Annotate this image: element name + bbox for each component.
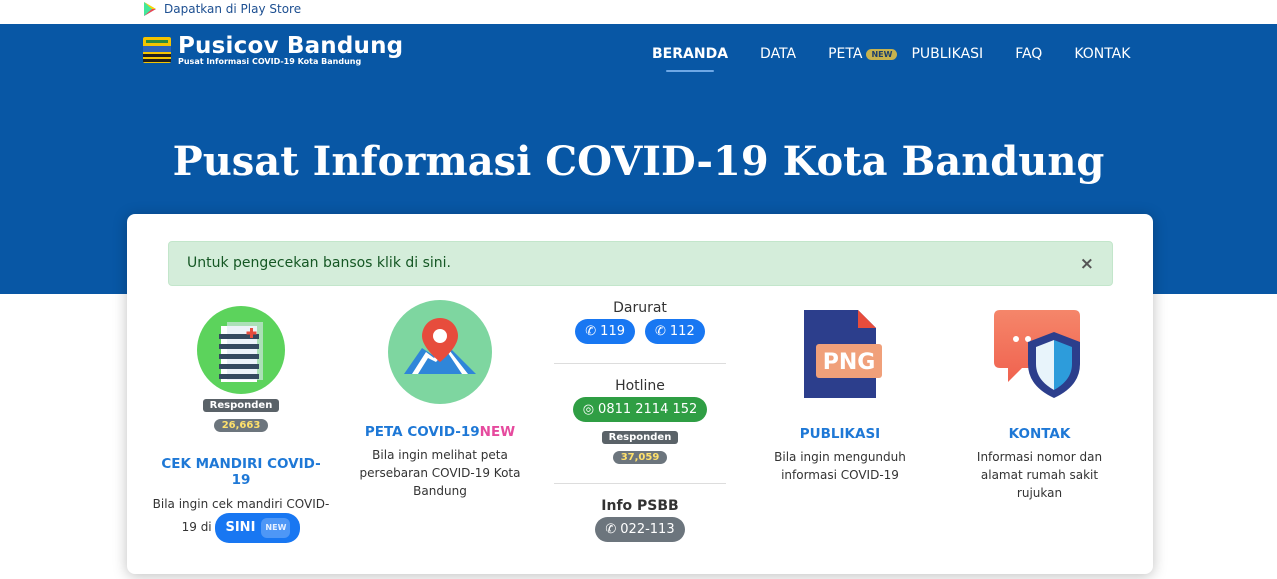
nav-beranda[interactable]: BERANDA: [652, 46, 729, 72]
cek-mandiri-section: Responden 26,663 CEK MANDIRI COVID-19 Bi…: [152, 306, 330, 543]
responden-count: 26,663: [213, 419, 269, 432]
nav-beranda-label: BERANDA: [652, 46, 729, 62]
darurat-112-button[interactable]: ✆ 112: [645, 319, 705, 344]
phone-icon: ✆: [585, 324, 597, 339]
kontak-shield-icon[interactable]: [992, 306, 1088, 402]
darurat-label: Darurat: [613, 300, 667, 316]
divider: [554, 363, 726, 364]
psbb-button[interactable]: ✆ 022-113: [595, 517, 685, 542]
bansos-alert[interactable]: Untuk pengecekan bansos klik di sini. ×: [168, 241, 1113, 286]
psbb-section: Info PSBB ✆ 022-113: [554, 498, 726, 542]
nav-data-label: DATA: [760, 46, 797, 62]
sini-new-badge: NEW: [261, 518, 291, 538]
publikasi-section: PNG PUBLIKASI Bila ingin mengunduh infor…: [755, 306, 925, 484]
bandung-logo-icon: [142, 34, 172, 68]
kontak-desc: Informasi nomor dan alamat rumah sakit r…: [976, 450, 1103, 500]
sini-button[interactable]: SINI NEW: [215, 513, 301, 543]
hotline-whatsapp-button[interactable]: ◎ 0811 2114 152: [572, 397, 708, 422]
brand-name: Pusicov Bandung: [178, 33, 404, 59]
sini-label: SINI: [225, 520, 256, 535]
brand[interactable]: Pusicov Bandung Pusat Informasi COVID-19…: [142, 34, 403, 68]
hotline-responden-count: 37,059: [612, 451, 668, 464]
nav-data[interactable]: DATA: [760, 46, 796, 62]
nav-publikasi[interactable]: PUBLIKASI: [911, 46, 983, 62]
darurat-112-label: 112: [669, 324, 695, 339]
png-file-icon[interactable]: PNG: [794, 306, 886, 402]
darurat-119-button[interactable]: ✆ 119: [575, 319, 635, 344]
hero-title: Pusat Informasi COVID-19 Kota Bandung: [172, 138, 1105, 185]
phone-icon: ✆: [655, 324, 666, 339]
hotline-section: Hotline ◎ 0811 2114 152 Responden 37,059: [554, 378, 726, 464]
publikasi-desc: Bila ingin mengunduh informasi COVID-19: [774, 450, 906, 482]
cek-mandiri-desc: Bila ingin cek mandiri COVID-19 di SINI N…: [152, 495, 330, 543]
cek-mandiri-title[interactable]: CEK MANDIRI COVID-19: [152, 456, 330, 488]
whatsapp-icon: ◎: [582, 402, 595, 417]
hotline-number: 0811 2114 152: [598, 402, 698, 417]
nav-peta[interactable]: PETA NEW: [828, 46, 898, 62]
hotline-responden-badge: Responden: [601, 431, 679, 444]
map-pin-icon[interactable]: [388, 300, 492, 404]
hotline-label: Hotline: [615, 378, 665, 394]
psbb-label: Info PSBB: [601, 498, 679, 514]
peta-section: PETA COVID-19NEW Bila ingin melihat peta…: [355, 300, 525, 500]
info-card: Untuk pengecekan bansos klik di sini. × …: [127, 214, 1153, 574]
divider: [554, 483, 726, 484]
peta-new-label: NEW: [479, 424, 516, 440]
peta-desc: Bila ingin melihat peta persebaran COVID…: [359, 448, 521, 498]
main-nav: BERANDA DATA PETA NEW PUBLIKASI FAQ KONTA…: [620, 46, 1130, 72]
play-store-label: Dapatkan di Play Store: [164, 2, 302, 16]
nav-faq[interactable]: FAQ: [1015, 46, 1042, 62]
peta-title-text: PETA COVID-19: [364, 424, 480, 440]
nav-peta-label: PETA: [828, 46, 863, 62]
play-store-icon: [144, 2, 156, 16]
alert-text: Untuk pengecekan bansos klik di sini.: [187, 255, 451, 271]
play-store-link[interactable]: Dapatkan di Play Store: [144, 2, 301, 16]
psbb-number: 022-113: [620, 522, 675, 537]
darurat-119-label: 119: [600, 324, 625, 339]
peta-title[interactable]: PETA COVID-19NEW: [355, 424, 525, 440]
responden-badge: Responden: [202, 399, 280, 412]
kontak-title[interactable]: KONTAK: [957, 426, 1122, 442]
nav-faq-label: FAQ: [1015, 46, 1043, 62]
phone-icon: ✆: [605, 522, 617, 537]
publikasi-title[interactable]: PUBLIKASI: [755, 426, 925, 442]
close-icon[interactable]: ×: [1080, 254, 1094, 274]
nav-kontak[interactable]: KONTAK: [1074, 46, 1130, 62]
top-bar: Dapatkan di Play Store: [0, 0, 1277, 24]
nav-publikasi-label: PUBLIKASI: [911, 46, 984, 62]
kontak-section: KONTAK Informasi nomor dan alamat rumah …: [957, 306, 1122, 502]
contacts-section: Darurat ✆ 119 ✆ 112: [554, 300, 726, 344]
checklist-icon[interactable]: [197, 306, 285, 394]
nav-kontak-label: KONTAK: [1074, 46, 1131, 62]
nav-peta-new-badge: NEW: [866, 48, 898, 60]
png-icon-text: PNG: [823, 350, 876, 375]
